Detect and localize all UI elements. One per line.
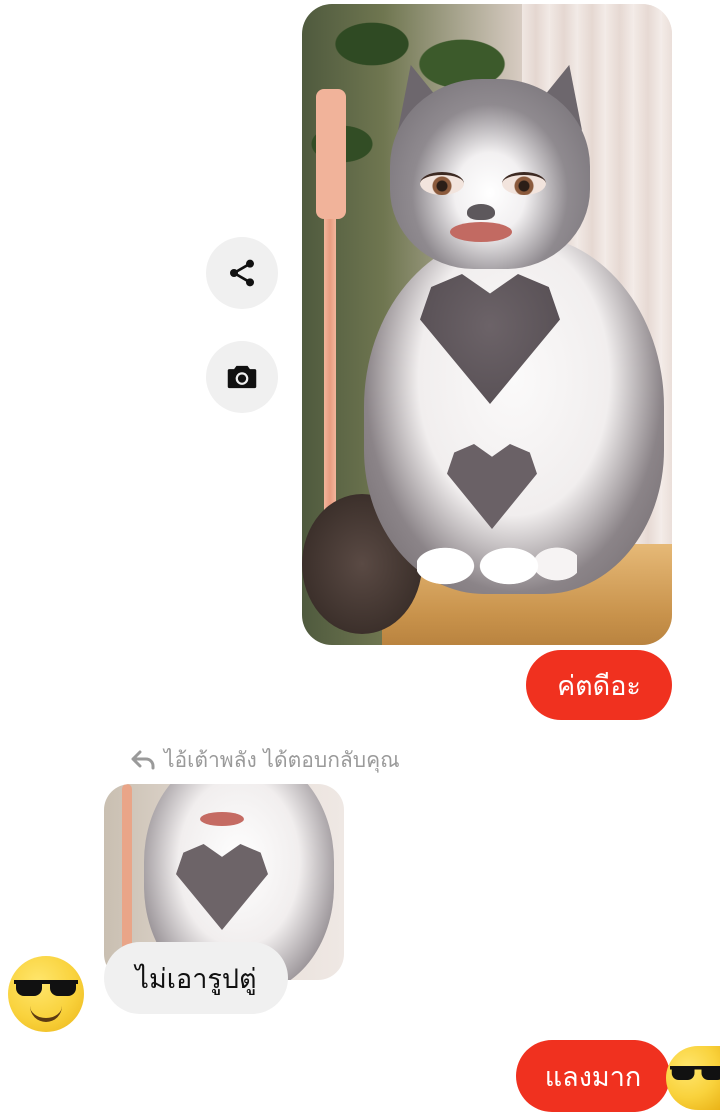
photo-cat-eye-left <box>420 172 464 195</box>
quoted-photo-cat-lips <box>200 812 244 826</box>
sent-message-bubble[interactable]: ค่ตดีอะ <box>526 650 672 720</box>
reply-header-text: ไอ้เต้าพลัง ได้ตอบกลับคุณ <box>164 747 400 772</box>
seen-avatar <box>666 1046 720 1110</box>
reply-arrow-icon <box>131 750 155 770</box>
sent-message-text: ค่ตดีอะ <box>557 670 641 702</box>
camera-icon <box>227 365 257 389</box>
avatar-smile <box>30 1004 62 1022</box>
share-button[interactable] <box>206 237 278 309</box>
photo-cat-eye-right <box>502 172 546 195</box>
sunglasses-icon <box>670 1066 720 1080</box>
reply-header: ไอ้เต้าพลัง ได้ตอบกลับคุณ <box>130 744 400 776</box>
photo-cat-paws <box>417 544 577 589</box>
share-icon <box>230 259 254 287</box>
sent-message-text-2: แลงมาก <box>544 1061 642 1093</box>
sender-avatar[interactable] <box>8 956 84 1032</box>
photo-cat-nose <box>467 204 495 220</box>
camera-button[interactable] <box>206 341 278 413</box>
sunglasses-icon <box>14 980 78 996</box>
photo-selfie-stick-head <box>316 89 346 219</box>
sent-message-bubble-2[interactable]: แลงมาก <box>516 1040 670 1112</box>
received-message-text: ไม่เอารูปตู่ <box>135 963 257 995</box>
received-message-bubble[interactable]: ไม่เอารูปตู่ <box>104 942 288 1014</box>
photo-cat-lips <box>450 222 512 242</box>
sent-photo-message[interactable] <box>302 4 672 645</box>
